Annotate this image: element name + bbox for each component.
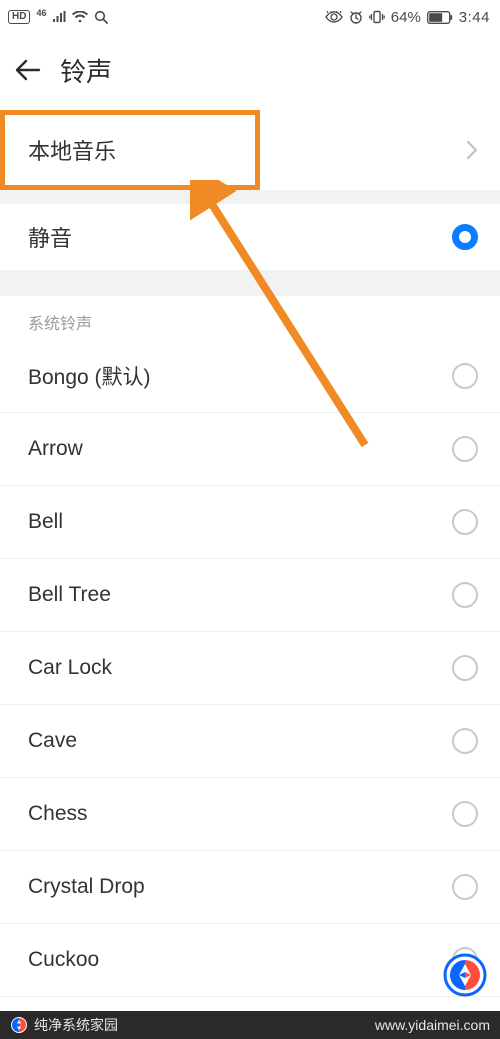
watermark-logo — [440, 950, 490, 1005]
back-arrow-icon[interactable] — [14, 58, 42, 82]
ringtone-radio[interactable] — [452, 874, 478, 900]
status-right: 64% 3:44 — [325, 9, 490, 26]
ringtone-label: Bell — [28, 510, 63, 534]
section-gap-2 — [0, 270, 500, 296]
footer-bar: 纯净系统家园 www.yidaimei.com — [0, 1011, 500, 1039]
ringtone-row[interactable]: Bell — [0, 486, 500, 559]
ringtone-label: Car Lock — [28, 656, 112, 680]
ringtone-label: Arrow — [28, 437, 83, 461]
status-left: HD 46 — [8, 10, 108, 24]
ringtone-row[interactable]: Cuckoo — [0, 924, 500, 997]
ringtone-row[interactable]: Arrow — [0, 413, 500, 486]
footer-brand: 纯净系统家园 — [34, 1015, 118, 1035]
silent-radio[interactable] — [452, 224, 478, 250]
ringtone-row[interactable]: Bell Tree — [0, 559, 500, 632]
hd-badge: HD — [8, 10, 30, 24]
wifi-icon — [72, 11, 88, 23]
ringtone-radio[interactable] — [452, 436, 478, 462]
status-bar: HD 46 64% 3 — [0, 0, 500, 34]
eye-comfort-icon — [325, 11, 343, 23]
network-badge: 46 — [36, 8, 46, 18]
ringtone-label: Crystal Drop — [28, 875, 145, 899]
ringtone-radio[interactable] — [452, 509, 478, 535]
ringtone-list: Bongo (默认) Arrow Bell Bell Tree Car Lock… — [0, 340, 500, 1039]
ringtone-row[interactable]: Crystal Drop — [0, 851, 500, 924]
vibrate-icon — [369, 10, 385, 24]
ringtone-label: Chess — [28, 802, 88, 826]
status-clock: 3:44 — [459, 9, 490, 26]
footer-left: 纯净系统家园 — [10, 1015, 118, 1035]
ringtone-radio[interactable] — [452, 655, 478, 681]
ringtone-row[interactable]: Car Lock — [0, 632, 500, 705]
footer-logo-icon — [10, 1016, 28, 1034]
ringtone-radio[interactable] — [452, 363, 478, 389]
local-music-label: 本地音乐 — [28, 134, 116, 166]
ringtone-row[interactable]: Cave — [0, 705, 500, 778]
ringtone-label: Bell Tree — [28, 583, 111, 607]
local-music-row[interactable]: 本地音乐 — [0, 110, 500, 190]
chevron-right-icon — [466, 140, 478, 160]
ringtone-label: Cuckoo — [28, 948, 99, 972]
ringtone-label: Bongo (默认) — [28, 361, 151, 391]
section-gap-1 — [0, 190, 500, 204]
footer-url: www.yidaimei.com — [375, 1017, 490, 1033]
silent-label: 静音 — [28, 221, 72, 253]
ringtone-row[interactable]: Bongo (默认) — [0, 340, 500, 413]
alarm-icon — [349, 10, 363, 24]
page-title: 铃声 — [60, 52, 112, 89]
ringtone-radio[interactable] — [452, 582, 478, 608]
signal-icon — [52, 11, 66, 23]
silent-row[interactable]: 静音 — [0, 204, 500, 270]
ringtone-label: Cave — [28, 729, 77, 753]
ringtone-radio[interactable] — [452, 728, 478, 754]
ringtone-row[interactable]: Chess — [0, 778, 500, 851]
battery-percent: 64% — [391, 9, 421, 26]
search-icon — [94, 10, 108, 24]
battery-icon — [427, 11, 453, 24]
page-header: 铃声 — [0, 34, 500, 106]
system-ringtones-section-title: 系统铃声 — [0, 296, 500, 340]
ringtone-radio[interactable] — [452, 801, 478, 827]
